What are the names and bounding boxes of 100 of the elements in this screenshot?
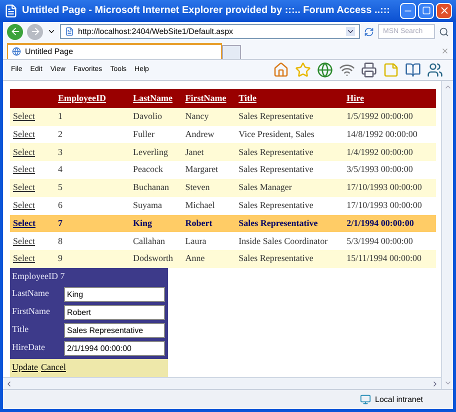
table-cell: Dodsworth [133, 253, 173, 264]
table-cell: 17/10/1993 00:00:00 [346, 182, 422, 192]
forward-arrow-icon [30, 26, 40, 38]
page-icon [65, 27, 74, 36]
table-cell: Leverling [133, 146, 168, 157]
close-tab-icon[interactable] [441, 46, 449, 55]
back-arrow-icon [10, 26, 20, 38]
field-label: LastName [12, 287, 50, 300]
globe-icon[interactable] [317, 62, 333, 78]
table-cell: 3/5/1993 00:00:00 [346, 164, 413, 174]
select-link[interactable]: Select [13, 200, 35, 210]
select-link[interactable]: Select [13, 146, 35, 157]
table-cell: Andrew [185, 128, 214, 139]
table-cell: Laura [185, 236, 206, 246]
globe-icon [12, 47, 21, 56]
table-cell: Sales Manager [238, 182, 292, 192]
table-cell: 17/10/1993 00:00:00 [346, 200, 422, 210]
select-link[interactable]: Select [13, 128, 35, 139]
search-icon[interactable] [439, 26, 449, 37]
zone-label: Local intranet [375, 394, 424, 406]
column-header-link[interactable]: LastName [133, 92, 172, 103]
close-button[interactable] [436, 2, 452, 19]
select-link[interactable]: Select [13, 110, 35, 121]
text-field[interactable]: Sales Representative [64, 322, 165, 338]
table-row[interactable]: Select 1 Davolio Nancy Sales Representative 1/5/1992 00:00:00 [10, 108, 436, 126]
back-button[interactable] [7, 24, 23, 40]
star-icon[interactable] [295, 62, 311, 78]
field-label: Title [12, 323, 30, 336]
table-cell: 3 [58, 146, 62, 157]
maximize-icon [422, 6, 430, 16]
table-cell: Nancy [185, 110, 209, 121]
table-cell: 14/8/1992 00:00:00 [346, 128, 418, 139]
select-link[interactable]: Select [13, 182, 35, 192]
table-cell: King [133, 218, 152, 228]
column-header-link[interactable]: FirstName [185, 92, 226, 103]
table-cell: Anne [185, 253, 205, 264]
table-cell: 15/11/1994 00:00:00 [346, 253, 422, 264]
action-link[interactable]: Cancel [41, 361, 66, 375]
column-header-link[interactable]: Hire [346, 92, 364, 103]
refresh-icon[interactable] [364, 26, 374, 37]
table-cell: 1/5/1992 00:00:00 [346, 110, 413, 121]
scroll-right-icon[interactable] [431, 380, 439, 388]
table-cell: 9 [58, 253, 62, 264]
table-cell: Robert [185, 218, 212, 228]
select-link[interactable]: Select [13, 236, 35, 246]
address-field[interactable]: http://localhost:2404/WebSite1/Default.aspx [60, 24, 360, 40]
browser-tab[interactable]: Untitled Page [7, 42, 222, 59]
text-field[interactable]: King [64, 286, 165, 302]
table-cell: 2/1/1994 00:00:00 [346, 218, 414, 228]
table-cell: Michael [185, 200, 215, 210]
table-cell: Janet [185, 146, 204, 157]
table-cell: 5 [58, 182, 62, 192]
table-cell: Margaret [185, 164, 218, 174]
dropdown-icon[interactable] [346, 27, 355, 36]
column-header-link[interactable]: EmployeeID [58, 92, 106, 103]
printer-icon[interactable] [361, 62, 377, 78]
table-cell: Callahan [133, 236, 165, 246]
table-row[interactable]: Select 4 Peacock Margaret Sales Representative 3/5/1993 00:00:00 [10, 161, 436, 180]
column-header-link[interactable]: Title [238, 92, 256, 103]
table-cell: Davolio [133, 110, 162, 121]
scroll-down-icon[interactable] [444, 379, 452, 387]
table-cell: Sales Representative [238, 200, 314, 210]
maximize-button[interactable] [418, 2, 434, 19]
select-link[interactable]: Select [13, 164, 35, 174]
text-field[interactable]: 2/1/1994 00:00:00 [64, 340, 165, 356]
feed-icon[interactable] [339, 62, 355, 78]
details-header: EmployeeID 7 [11, 270, 66, 283]
table-cell: Sales Representative [238, 110, 314, 121]
action-link[interactable]: Update [12, 361, 38, 375]
table-cell: Fuller [133, 128, 154, 139]
table-cell: 7 [58, 218, 62, 228]
people-icon[interactable] [427, 62, 443, 78]
home-icon[interactable] [273, 62, 289, 78]
scroll-left-icon[interactable] [5, 380, 13, 388]
table-row[interactable]: Select 9 Dodsworth Anne Sales Representative 15/11/1994 00:00:00 [10, 250, 436, 268]
table-cell: Sales Representative [238, 218, 318, 228]
table-cell: Steven [185, 182, 210, 192]
table-row[interactable]: Select 2 Fuller Andrew Vice President, Sales 14/8/1992 00:00:00 [10, 126, 436, 144]
window-title: Untitled Page - Microsoft Internet Explorer provided by :::.. Forum Access ..::: [22, 4, 392, 18]
table-cell: 1 [58, 110, 62, 121]
new-tab-button[interactable] [222, 44, 241, 59]
table-cell: 6 [58, 200, 62, 210]
table-cell: Peacock [133, 164, 163, 174]
field-label: FirstName [12, 305, 51, 318]
select-link[interactable]: Select [13, 253, 35, 264]
table-cell: 8 [58, 236, 62, 246]
table-row[interactable]: Select 7 King Robert Sales Representative 2/1/1994 00:00:00 [10, 214, 436, 232]
minimize-button[interactable] [400, 2, 416, 19]
text-field[interactable]: Robert [64, 304, 165, 320]
table-cell: Inside Sales Coordinator [238, 236, 328, 246]
field-label: HireDate [12, 341, 46, 354]
table-cell: 1/4/1992 00:00:00 [346, 146, 413, 157]
close-icon [438, 5, 450, 16]
book-icon[interactable] [405, 62, 421, 78]
browser-icon [4, 4, 18, 18]
select-link[interactable]: Select [13, 218, 36, 228]
table-cell: Sales Representative [238, 146, 314, 157]
table-cell: Vice President, Sales [238, 128, 314, 139]
table-cell: 5/3/1994 00:00:00 [346, 236, 413, 246]
table-cell: 4 [58, 164, 62, 174]
